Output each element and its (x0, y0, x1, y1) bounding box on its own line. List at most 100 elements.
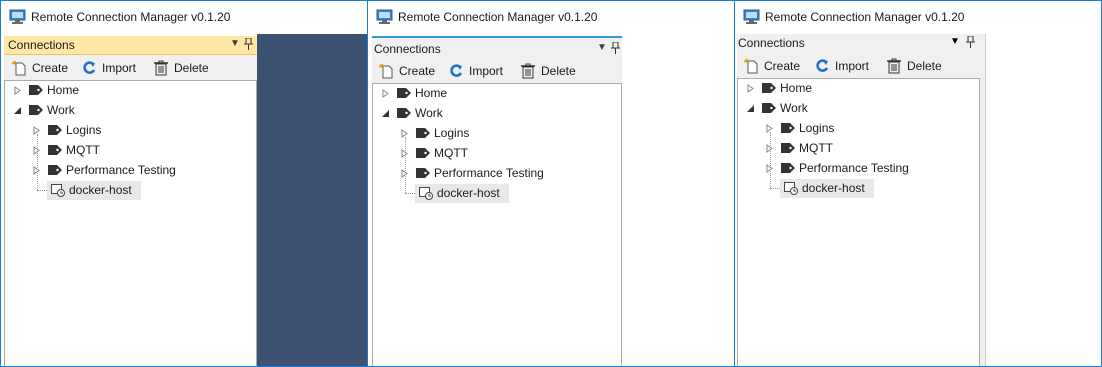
collapse-icon (382, 110, 389, 117)
create-button[interactable]: Create (378, 60, 440, 82)
panel-menu-icon[interactable]: ▼ (949, 35, 961, 49)
tree-node-home[interactable]: Home (746, 79, 946, 98)
tree-node-work[interactable]: Work (746, 99, 946, 118)
panel-header[interactable]: Connections ▼ (372, 40, 622, 59)
computer-icon (743, 9, 760, 24)
create-button[interactable]: Create (743, 55, 805, 77)
trash-icon (154, 60, 168, 76)
tree-node-label: Home (47, 83, 80, 97)
active-accent-line (372, 36, 622, 38)
trash-icon (521, 63, 535, 79)
tree-node-docker-host[interactable]: docker-host (780, 179, 979, 198)
new-item-icon (743, 58, 758, 74)
title-bar[interactable]: Remote Connection Manager v0.1.20 (1, 1, 367, 33)
create-button[interactable]: Create (11, 57, 73, 79)
tag-icon (416, 148, 430, 158)
delete-button[interactable]: Delete (153, 57, 217, 79)
panel-menu-icon[interactable]: ▼ (229, 37, 241, 51)
tree-guide (405, 192, 415, 194)
import-label: Import (469, 64, 504, 78)
server-icon (784, 182, 798, 195)
tree-node-mqtt[interactable]: MQTT (400, 144, 600, 163)
import-button[interactable]: Import (814, 55, 878, 77)
tree-node-mqtt[interactable]: MQTT (32, 141, 232, 160)
pin-icon[interactable] (964, 35, 976, 49)
tree-node-label: docker-host (802, 181, 865, 195)
delete-label: Delete (541, 64, 576, 78)
tag-icon (416, 128, 430, 138)
tag-icon (29, 85, 43, 95)
expand-icon (14, 86, 21, 95)
connections-panel: Connections ▼ Create Import Delete Home … (4, 36, 257, 366)
tree-node-label: MQTT (66, 143, 100, 157)
connection-tree[interactable]: Home Work Logins MQTT Performance Testin (737, 78, 980, 366)
expand-icon (766, 144, 773, 153)
panel-title: Connections (374, 42, 441, 56)
tag-icon (48, 125, 62, 135)
panel-header[interactable]: Connections ▼ (737, 34, 980, 53)
collapse-icon (747, 105, 754, 112)
delete-button[interactable]: Delete (520, 60, 584, 82)
connections-panel: Connections ▼ Create Import Delete Home … (737, 34, 980, 366)
tree-node-home[interactable]: Home (381, 84, 581, 103)
import-icon (816, 59, 829, 72)
tag-icon (781, 143, 795, 153)
connection-tree[interactable]: Home Work Logins MQTT Performance Testin (372, 83, 622, 366)
window-title: Remote Connection Manager v0.1.20 (31, 10, 231, 24)
panel-menu-icon[interactable]: ▼ (596, 41, 608, 55)
tree-node-home[interactable]: Home (13, 81, 213, 100)
panel-header[interactable]: Connections ▼ (4, 36, 257, 55)
title-bar[interactable]: Remote Connection Manager v0.1.20 (735, 1, 1101, 33)
panel-title: Connections (8, 38, 75, 52)
toolbar: Create Import Delete (737, 55, 980, 77)
tree-node-logins[interactable]: Logins (32, 121, 232, 140)
new-item-icon (11, 60, 26, 76)
tree-node-performance-testing[interactable]: Performance Testing (400, 164, 600, 183)
tree-node-performance-testing[interactable]: Performance Testing (32, 161, 232, 180)
new-item-icon (378, 63, 393, 79)
computer-icon (376, 9, 393, 24)
import-button[interactable]: Import (81, 57, 145, 79)
expand-icon (33, 126, 40, 135)
tree-node-label: Logins (799, 121, 835, 135)
delete-button[interactable]: Delete (886, 55, 950, 77)
tree-node-label: docker-host (69, 183, 132, 197)
splitter[interactable] (980, 34, 985, 366)
tree-node-label: Work (415, 106, 443, 120)
tree-node-docker-host[interactable]: docker-host (47, 181, 247, 200)
tree-guide (37, 189, 47, 191)
expand-icon (766, 164, 773, 173)
tree-node-docker-host[interactable]: docker-host (415, 184, 615, 203)
tree-node-label: MQTT (799, 141, 833, 155)
tree-node-label: Logins (434, 126, 470, 140)
pin-icon[interactable] (242, 37, 254, 51)
tag-icon (397, 108, 411, 118)
connection-tree[interactable]: Home Work Logins MQTT Performance Testin (4, 80, 257, 366)
window-title: Remote Connection Manager v0.1.20 (398, 10, 598, 24)
tree-node-performance-testing[interactable]: Performance Testing (765, 159, 965, 178)
create-label: Create (32, 61, 69, 75)
delete-label: Delete (907, 59, 942, 73)
tree-node-label: Performance Testing (66, 163, 176, 177)
import-label: Import (835, 59, 870, 73)
tree-node-work[interactable]: Work (13, 101, 213, 120)
tree-node-label: Performance Testing (434, 166, 544, 180)
tree-node-work[interactable]: Work (381, 104, 581, 123)
tree-node-logins[interactable]: Logins (400, 124, 600, 143)
tree-guide (770, 187, 780, 189)
expand-icon (747, 84, 754, 93)
window-title: Remote Connection Manager v0.1.20 (765, 10, 965, 24)
create-label: Create (764, 59, 801, 73)
create-label: Create (399, 64, 436, 78)
expand-icon (401, 169, 408, 178)
import-icon (83, 61, 96, 74)
title-bar[interactable]: Remote Connection Manager v0.1.20 (368, 1, 734, 33)
tree-node-logins[interactable]: Logins (765, 119, 965, 138)
window-1: Remote Connection Manager v0.1.20 Connec… (0, 0, 368, 367)
import-button[interactable]: Import (448, 60, 512, 82)
tag-icon (29, 105, 43, 115)
connections-panel: Connections ▼ Create Import Delete Home … (372, 36, 622, 366)
pin-icon[interactable] (609, 41, 621, 55)
tree-node-mqtt[interactable]: MQTT (765, 139, 965, 158)
tag-icon (397, 88, 411, 98)
